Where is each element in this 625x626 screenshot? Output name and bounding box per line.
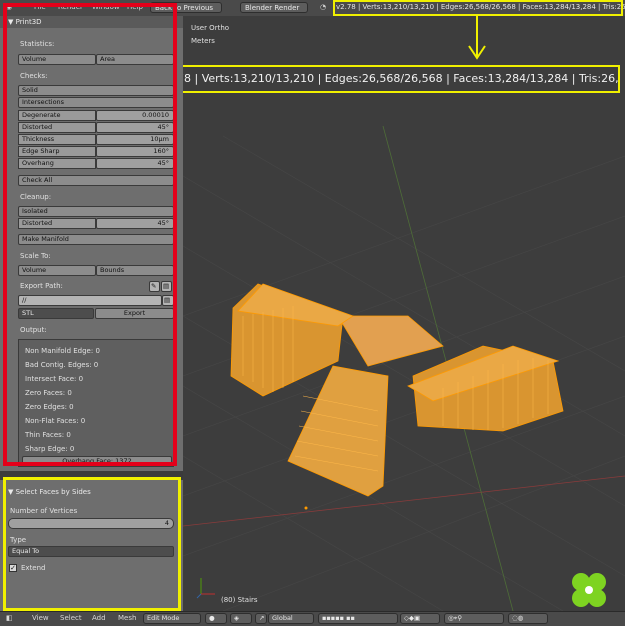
menu-select[interactable]: Select (60, 614, 82, 622)
pivot-point-icon[interactable]: ◈ (230, 613, 252, 624)
stats-callout: v2.78 | Verts:13,210/13,210 | Edges:26,5… (154, 65, 620, 93)
menu-mesh[interactable]: Mesh (118, 614, 136, 622)
proportional-edit-icons[interactable]: ◌◍ (508, 613, 548, 624)
3d-viewport[interactable]: User Ortho Meters (80) Stairs (183, 16, 625, 611)
clover-logo-icon (572, 573, 606, 607)
viewport-scene (183, 125, 625, 611)
manipulator-icon[interactable]: ↗ (255, 613, 267, 624)
render-engine-select[interactable]: Blender Render (240, 2, 308, 13)
axis-gizmo (196, 578, 215, 599)
snap-icons[interactable]: ◎⌖⚲ (444, 613, 504, 624)
menu-view[interactable]: View (32, 614, 49, 622)
print3d-highlight-box (3, 3, 177, 466)
orientation-select[interactable]: Global (268, 613, 314, 624)
object-label: (80) Stairs (221, 596, 258, 604)
down-arrow-icon (468, 16, 486, 60)
select-faces-highlight-box (3, 477, 181, 611)
layer-buttons[interactable]: ▪▪▪▪▪ ▪▪ (318, 613, 398, 624)
mode-select[interactable]: Edit Mode (143, 613, 201, 624)
bottom-header-bar: ◧ View Select Add Mesh Edit Mode ● ◈ ↗ G… (0, 611, 625, 626)
stats-highlight-box (333, 0, 623, 16)
editor-type-icon[interactable]: ◧ (6, 614, 13, 622)
blender-version-icon: ◔ (320, 3, 327, 11)
select-mode-icons[interactable]: ◇◆▣ (400, 613, 440, 624)
menu-add[interactable]: Add (92, 614, 106, 622)
viewport-shading-icon[interactable]: ● (205, 613, 227, 624)
